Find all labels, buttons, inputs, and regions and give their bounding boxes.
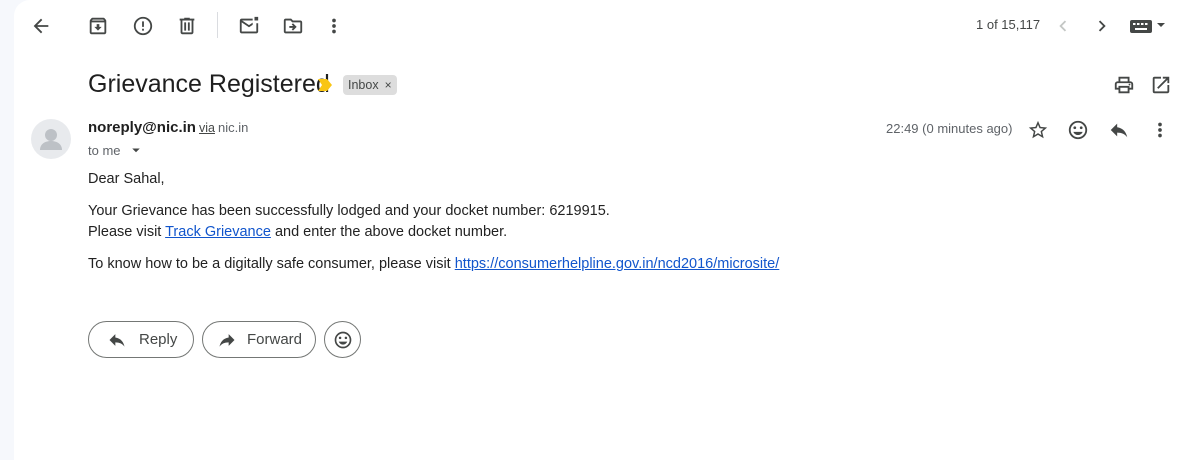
body-paragraph-1: Your Grievance has been successfully lod… — [88, 201, 779, 243]
report-spam-icon[interactable] — [132, 15, 154, 37]
chevron-down-icon[interactable] — [127, 141, 145, 159]
chevron-left-icon[interactable] — [1052, 15, 1074, 37]
mark-unread-icon[interactable] — [238, 15, 260, 37]
message-body: Dear Sahal, Your Grievance has been succ… — [88, 169, 779, 286]
toolbar-divider — [217, 12, 218, 38]
visit-prefix: Please visit — [88, 224, 166, 240]
body-paragraph-2: To know how to be a digitally safe consu… — [88, 254, 779, 275]
emoji-reaction-button[interactable] — [324, 321, 361, 358]
recipients-label: to me — [88, 142, 121, 158]
forward-label: Forward — [247, 331, 303, 348]
archive-icon[interactable] — [87, 15, 109, 37]
star-icon[interactable] — [1027, 119, 1049, 141]
reply-icon[interactable] — [1108, 119, 1130, 141]
microsite-link[interactable]: https://consumerhelpline.gov.in/ncd2016/… — [455, 256, 780, 272]
reply-label: Reply — [139, 331, 178, 348]
track-grievance-link[interactable]: Track Grievance — [165, 224, 271, 240]
inbox-label-text: Inbox — [348, 78, 379, 92]
importance-marker-icon[interactable] — [317, 78, 333, 92]
forward-button[interactable]: Forward — [202, 321, 316, 358]
message-counter: 1 of 15,117 — [976, 17, 1041, 32]
recipients-toggle[interactable]: to me — [88, 141, 145, 159]
remove-label-icon[interactable]: × — [385, 78, 392, 92]
chevron-right-icon[interactable] — [1091, 15, 1113, 37]
inbox-label-chip[interactable]: Inbox × — [343, 75, 397, 95]
emoji-icon — [334, 331, 351, 348]
reply-button[interactable]: Reply — [88, 321, 194, 358]
more-vert-icon[interactable] — [323, 15, 345, 37]
docket-line: Your Grievance has been successfully lod… — [88, 203, 610, 219]
sender-name[interactable]: noreply@nic.in — [88, 119, 196, 136]
reply-icon — [109, 333, 125, 347]
add-reaction-icon[interactable] — [1067, 119, 1089, 141]
arrow-back-icon[interactable] — [30, 15, 52, 37]
move-to-icon[interactable] — [282, 15, 304, 37]
delete-icon[interactable] — [176, 15, 198, 37]
open-in-new-window-icon[interactable] — [1150, 74, 1172, 96]
forward-icon — [219, 333, 235, 347]
sender-line: noreply@nic.in via nic.in — [88, 119, 248, 136]
visit-suffix: and enter the above docket number. — [270, 224, 508, 240]
message-subject: Grievance Registered — [88, 70, 330, 98]
safe-consumer-text: To know how to be a digitally safe consu… — [88, 256, 455, 272]
keyboard-icon[interactable] — [1128, 14, 1168, 38]
via-link[interactable]: via — [199, 121, 215, 135]
greeting: Dear Sahal, — [88, 171, 165, 187]
more-vert-message-icon[interactable] — [1149, 119, 1171, 141]
message-time: 22:49 (0 minutes ago) — [886, 121, 1013, 136]
via-domain: nic.in — [217, 120, 249, 135]
sender-avatar[interactable] — [31, 119, 71, 159]
print-icon[interactable] — [1113, 74, 1135, 96]
